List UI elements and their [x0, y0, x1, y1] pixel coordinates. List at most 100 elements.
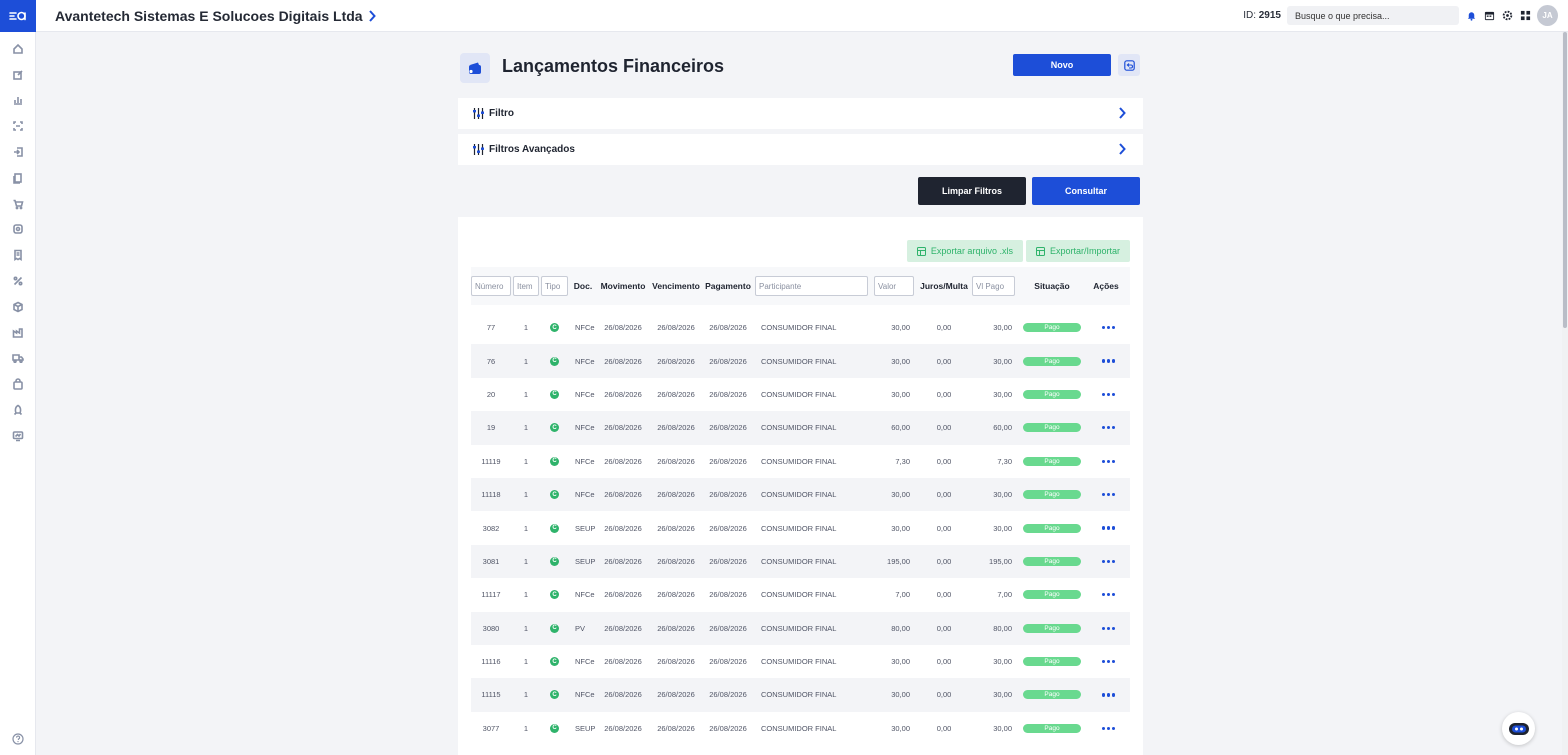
cell-vencimento: 26/08/2026	[657, 523, 695, 533]
table-row[interactable]: 3077 1 C SEUPDV 26/08/2026 26/08/2026 26/08/20…	[471, 712, 1130, 745]
row-actions-button[interactable]	[1091, 545, 1126, 578]
notifications-button[interactable]	[1465, 10, 1477, 22]
cell-participante: CONSUMIDOR FINAL	[761, 389, 837, 399]
filter-item-input[interactable]	[513, 276, 539, 296]
cell-valor: 30,00	[891, 490, 910, 500]
calendar-button[interactable]	[1483, 10, 1495, 22]
sidebar-item-10[interactable]	[0, 268, 36, 294]
header-vencimento[interactable]: Vencimento	[651, 267, 701, 305]
filter-vlpago-input[interactable]	[972, 276, 1015, 296]
sidebar-item-15[interactable]	[0, 397, 36, 423]
sidebar-item-11[interactable]	[0, 294, 36, 320]
company-selector[interactable]: Avantetech Sistemas E Solucoes Digitais …	[55, 8, 376, 24]
apps-button[interactable]	[1519, 10, 1531, 22]
cell-valor: 195,00	[887, 556, 910, 566]
sidebar-item-7[interactable]	[0, 191, 36, 217]
spreadsheet-icon	[916, 246, 926, 256]
cell-situacao: Pago	[1023, 445, 1081, 478]
more-horizontal-icon	[1101, 392, 1116, 397]
table-row[interactable]: 3082 1 C SEUPDV 26/08/2026 26/08/2026 26/08/20…	[471, 511, 1130, 544]
row-actions-button[interactable]	[1091, 311, 1126, 344]
sidebar-item-6[interactable]	[0, 165, 36, 191]
avatar[interactable]: JA	[1537, 5, 1558, 26]
cell-participante: CONSUMIDOR FINAL	[761, 556, 837, 566]
new-button[interactable]: Novo	[1013, 54, 1111, 76]
sidebar-item-13[interactable]	[0, 346, 36, 372]
sidebar-item-1[interactable]	[0, 36, 36, 62]
filter-numero-input[interactable]	[471, 276, 511, 296]
header-doc[interactable]: Doc.	[570, 267, 596, 305]
table-row[interactable]: 76 1 C NFCe 26/08/2026 26/08/2026 26/08/2026 CO…	[471, 344, 1130, 378]
table-row[interactable]: 11116 1 C NFCe 26/08/2026 26/08/2026 26/08/202…	[471, 645, 1130, 678]
percent-icon	[13, 276, 23, 286]
row-actions-button[interactable]	[1091, 578, 1126, 611]
header-situacao[interactable]: Situação	[1023, 267, 1081, 305]
cell-tipo: C	[541, 344, 568, 377]
cell-situacao: Pago	[1023, 478, 1081, 511]
row-actions-button[interactable]	[1091, 478, 1126, 511]
table-row[interactable]: 11119 1 C NFCe 26/08/2026 26/08/2026 26/08/202…	[471, 445, 1130, 478]
sidebar-item-9[interactable]	[0, 242, 36, 268]
filter-participante-input[interactable]	[755, 276, 868, 296]
sidebar-item-3[interactable]	[0, 88, 36, 114]
table-row[interactable]: 11118 1 C NFCe 26/08/2026 26/08/2026 26/08/202…	[471, 477, 1130, 512]
app-logo[interactable]	[0, 0, 36, 32]
help-button[interactable]	[0, 733, 36, 745]
type-badge: C	[550, 423, 559, 433]
sidebar-item-8[interactable]	[0, 217, 36, 243]
header-juros[interactable]: Juros/Multa	[918, 267, 970, 305]
row-actions-button[interactable]	[1091, 511, 1126, 544]
row-actions-button[interactable]	[1091, 411, 1126, 444]
row-actions-button[interactable]	[1091, 612, 1126, 645]
sidebar-item-4[interactable]	[0, 113, 36, 139]
sidebar-item-16[interactable]	[0, 423, 36, 449]
page-scrollbar[interactable]	[1562, 32, 1568, 755]
row-actions-button[interactable]	[1091, 378, 1126, 411]
chatbot-button[interactable]	[1502, 712, 1535, 745]
table-row[interactable]: 77 1 C NFCe 26/08/2026 26/08/2026 26/08/2026 CO…	[471, 311, 1130, 344]
settings-button[interactable]	[1501, 10, 1513, 22]
table-row[interactable]: 20 1 C NFCe 26/08/2026 26/08/2026 26/08/2026 CO…	[471, 378, 1130, 411]
sidebar-item-14[interactable]	[0, 371, 36, 397]
filter-valor-input[interactable]	[874, 276, 914, 296]
search-input[interactable]	[1287, 6, 1459, 25]
cell-vencimento: 26/08/2026	[657, 690, 695, 700]
home-icon	[13, 43, 23, 54]
cell-vencimento: 26/08/2026	[657, 623, 695, 633]
sidebar-item-2[interactable]	[0, 62, 36, 88]
table-row[interactable]: 11117 1 C NFCe 26/08/2026 26/08/2026 26/08/202…	[471, 578, 1130, 611]
table-row[interactable]: 11115 1 C NFCe 26/08/2026 26/08/2026 26/08/202…	[471, 678, 1130, 712]
cell-tipo: C	[541, 311, 568, 344]
cell-movimento: 26/08/2026	[604, 690, 642, 700]
table-row[interactable]: 3081 1 C SEUPDV 26/08/2026 26/08/2026 26/08/20…	[471, 544, 1130, 579]
rocket-icon	[13, 404, 23, 416]
table-row[interactable]: 3080 1 C PV 26/08/2026 26/08/2026 26/08/2026 CO…	[471, 611, 1130, 645]
back-button[interactable]	[1118, 54, 1140, 76]
scrollbar-thumb[interactable]	[1563, 32, 1567, 328]
table-row[interactable]: 19 1 C NFCe 26/08/2026 26/08/2026 26/08/2026 CO…	[471, 411, 1130, 445]
sidebar-item-12[interactable]	[0, 320, 36, 346]
sidebar-item-5[interactable]	[0, 139, 36, 165]
filter-toggle[interactable]: Filtro	[458, 98, 1143, 129]
row-actions-button[interactable]	[1091, 678, 1126, 711]
header-pagamento[interactable]: Pagamento	[704, 267, 752, 305]
status-badge: Pago	[1023, 590, 1081, 600]
cell-doc: SEUPDV	[575, 723, 596, 733]
clear-filters-button[interactable]: Limpar Filtros	[918, 177, 1026, 205]
row-actions-button[interactable]	[1091, 344, 1126, 377]
row-actions-button[interactable]	[1091, 445, 1126, 478]
bell-icon	[1467, 12, 1475, 21]
query-button[interactable]: Consultar	[1032, 177, 1140, 205]
row-actions-button[interactable]	[1091, 712, 1126, 745]
more-horizontal-icon	[1101, 559, 1116, 564]
export-import-button[interactable]: Exportar/Importar	[1025, 240, 1130, 262]
status-badge: Pago	[1023, 389, 1081, 399]
cell-doc: SEUPDV	[575, 523, 596, 533]
cell-valor: 80,00	[891, 623, 910, 633]
advanced-filter-toggle[interactable]: Filtros Avançados	[458, 134, 1143, 165]
export-xls-button[interactable]: Exportar arquivo .xls	[906, 240, 1023, 262]
row-actions-button[interactable]	[1091, 645, 1126, 678]
header-movimento[interactable]: Movimento	[599, 267, 647, 305]
filter-tipo-input[interactable]	[541, 276, 568, 296]
type-badge: C	[550, 690, 559, 700]
